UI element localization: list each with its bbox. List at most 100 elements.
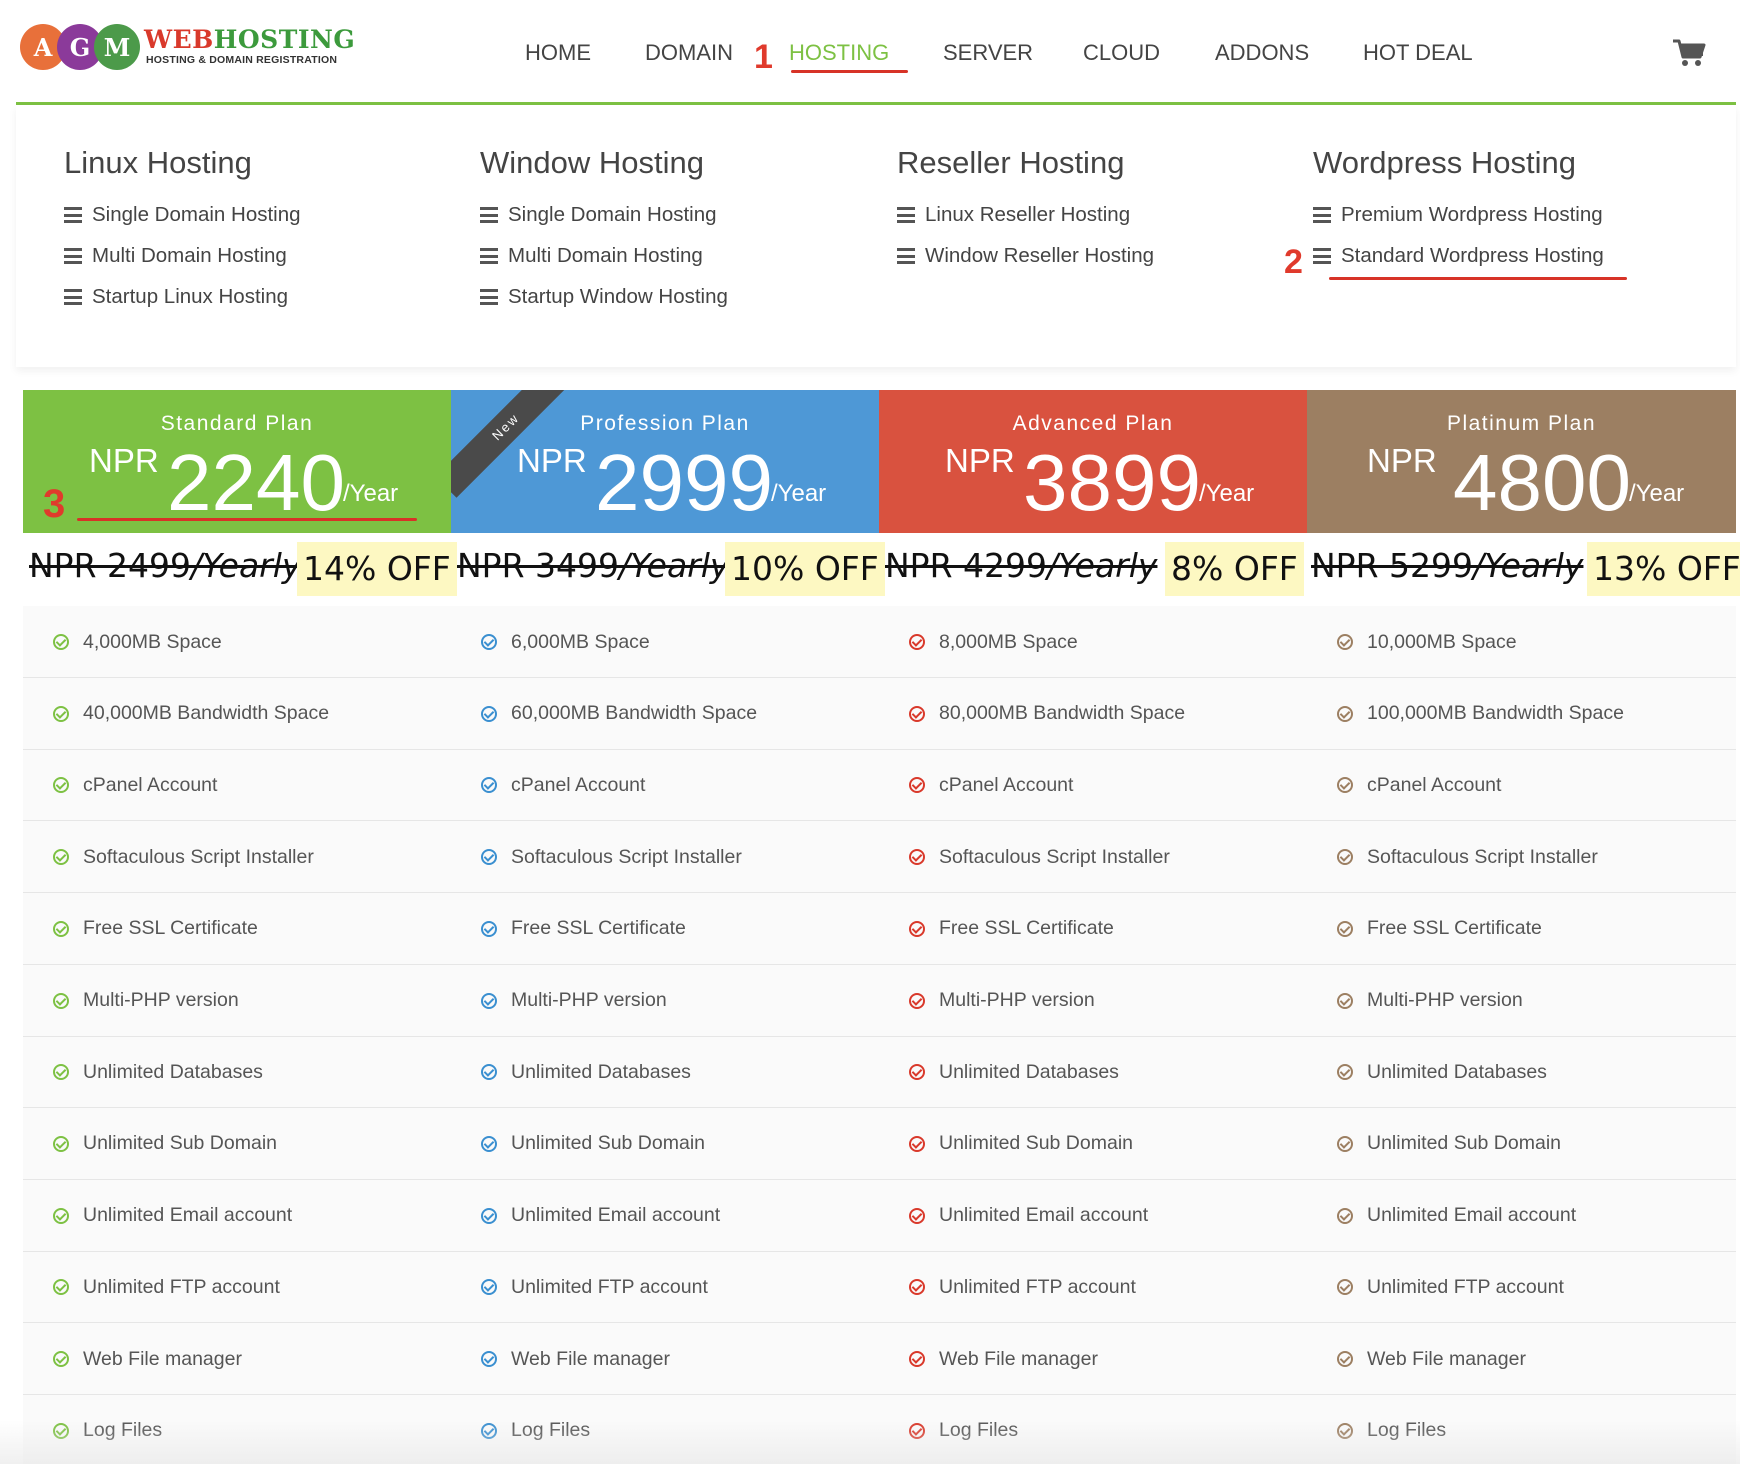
old-price: NPR 2499/Yearly (29, 546, 302, 585)
feature-item: 60,000MB Bandwidth Space (451, 678, 757, 750)
menu-link[interactable]: Linux Reseller Hosting (897, 203, 1154, 244)
price-value: 2999 (595, 438, 773, 527)
list-icon (897, 248, 915, 264)
price-period: /Year (1199, 480, 1255, 507)
feature-item: Unlimited Email account (1307, 1180, 1576, 1252)
check-circle-icon (53, 1135, 69, 1152)
nav-hot-deal[interactable]: HOT DEAL (1363, 40, 1473, 66)
plan-price: NPR 2999 /Year (451, 438, 879, 530)
price-period: /Year (771, 480, 827, 507)
feature-label: Multi-PHP version (83, 989, 239, 1011)
check-circle-icon (909, 1279, 925, 1296)
check-circle-icon (1337, 920, 1353, 937)
feature-row: Free SSL Certificate Free SSL Certificate… (23, 893, 1736, 965)
check-circle-icon (1337, 1351, 1353, 1367)
feature-label: Multi-PHP version (939, 989, 1095, 1011)
annotation-underline-price (77, 518, 417, 521)
price-value: 4800 (1453, 438, 1631, 527)
feature-item: Web File manager (451, 1323, 670, 1395)
feature-label: Unlimited Email account (939, 1204, 1149, 1227)
feature-item: Unlimited Email account (451, 1180, 720, 1252)
old-price: NPR 4299/Yearly (885, 546, 1158, 585)
check-circle-icon (909, 992, 925, 1009)
menu-link[interactable]: Single Domain Hosting (64, 203, 301, 244)
feature-row: Unlimited FTP account Unlimited FTP accou… (23, 1251, 1736, 1324)
plan-name: Standard Plan (160, 412, 314, 435)
menu-link[interactable]: Startup Window Hosting (480, 285, 728, 326)
feature-label: cPanel Account (83, 773, 218, 796)
feature-label: Softaculous Script Installer (1367, 845, 1598, 868)
feature-item: Unlimited FTP account (1307, 1251, 1564, 1323)
nav-hosting[interactable]: HOSTING (789, 40, 889, 66)
menu-link[interactable]: Multi Domain Hosting (64, 244, 301, 285)
check-circle-icon (909, 777, 925, 794)
menu-link[interactable]: Premium Wordpress Hosting (1313, 203, 1604, 244)
plan-price: NPR 4800 /Year (1307, 438, 1736, 530)
price-period: /Year (1629, 480, 1685, 507)
site-header: A G M WEBHOSTING HOSTING & DOMAIN REGIST… (0, 0, 1740, 104)
check-circle-icon (481, 920, 497, 937)
feature-item: Web File manager (23, 1323, 242, 1395)
feature-label: Free SSL Certificate (511, 917, 686, 940)
nav-domain[interactable]: DOMAIN (645, 40, 733, 66)
feature-label: 8,000MB Space (939, 630, 1078, 653)
menu-column-wordpress: Wordpress Hosting Premium Wordpress Host… (1313, 145, 1604, 285)
menu-link[interactable]: Startup Linux Hosting (64, 285, 301, 326)
menu-link[interactable]: Window Reseller Hosting (897, 244, 1154, 285)
feature-label: Web File manager (511, 1347, 670, 1370)
check-circle-icon (909, 849, 925, 866)
check-circle-icon (1337, 1207, 1353, 1224)
plan-header-standard: Standard Plan NPR 2240 /Year (23, 390, 451, 533)
feature-row: Unlimited Databases Unlimited Databases Un… (23, 1036, 1736, 1109)
nav-home[interactable]: HOME (525, 40, 591, 66)
feature-item: Unlimited FTP account (451, 1251, 708, 1323)
feature-label: Web File manager (1367, 1347, 1526, 1370)
feature-label: 4,000MB Space (83, 630, 222, 653)
check-circle-icon (481, 777, 497, 794)
nav-cloud[interactable]: CLOUD (1083, 40, 1160, 66)
check-circle-icon (909, 1135, 925, 1152)
feature-item: Unlimited FTP account (879, 1251, 1136, 1323)
check-circle-icon (481, 705, 497, 722)
nav-addons[interactable]: ADDONS (1215, 40, 1309, 66)
price-period: /Year (343, 480, 399, 507)
annotation-step-3: 3 (43, 482, 66, 526)
feature-item: Softaculous Script Installer (879, 821, 1170, 893)
check-circle-icon (909, 920, 925, 937)
feature-item: Unlimited Sub Domain (879, 1108, 1133, 1180)
old-price: NPR 5299/Yearly (1311, 546, 1584, 585)
feature-label: Unlimited FTP account (511, 1275, 708, 1298)
feature-item: cPanel Account (879, 749, 1073, 821)
menu-link[interactable]: Single Domain Hosting (480, 203, 728, 244)
nav-server[interactable]: SERVER (943, 40, 1033, 66)
feature-item: Unlimited Sub Domain (451, 1108, 705, 1180)
check-circle-icon (909, 1064, 925, 1081)
feature-item: Unlimited Databases (879, 1036, 1119, 1108)
feature-label: Unlimited Databases (511, 1060, 691, 1083)
list-icon (897, 207, 915, 223)
feature-item: Unlimited Databases (23, 1036, 263, 1108)
check-circle-icon (1337, 849, 1353, 866)
price-currency: NPR (945, 442, 1015, 479)
check-circle-icon (53, 777, 69, 794)
feature-label: Free SSL Certificate (939, 917, 1114, 940)
discount-badge: 10% OFF (725, 542, 885, 596)
feature-item: Free SSL Certificate (879, 893, 1114, 965)
feature-label: Web File manager (83, 1347, 242, 1370)
feature-row: 4,000MB Space 6,000MB Space 8,000MB Space 1… (23, 606, 1736, 678)
feature-label: Unlimited Sub Domain (83, 1132, 278, 1155)
feature-item: Web File manager (879, 1323, 1098, 1395)
price-currency: NPR (1367, 442, 1437, 479)
discount-row: NPR 3499/Yearly 10% OFF (451, 542, 885, 596)
feature-label: Multi-PHP version (1367, 989, 1523, 1011)
old-price: NPR 3499/Yearly (457, 546, 730, 585)
feature-item: cPanel Account (23, 749, 217, 821)
plan-price: NPR 2240 /Year (23, 438, 451, 530)
shopping-cart-icon[interactable] (1672, 38, 1706, 68)
check-circle-icon (1337, 1279, 1353, 1296)
feature-item: Unlimited Databases (451, 1036, 691, 1108)
menu-link[interactable]: Multi Domain Hosting (480, 244, 728, 285)
check-circle-icon (481, 634, 497, 650)
plan-header-profession: New Profession Plan NPR 2999 /Year (451, 390, 879, 533)
check-circle-icon (909, 634, 925, 650)
